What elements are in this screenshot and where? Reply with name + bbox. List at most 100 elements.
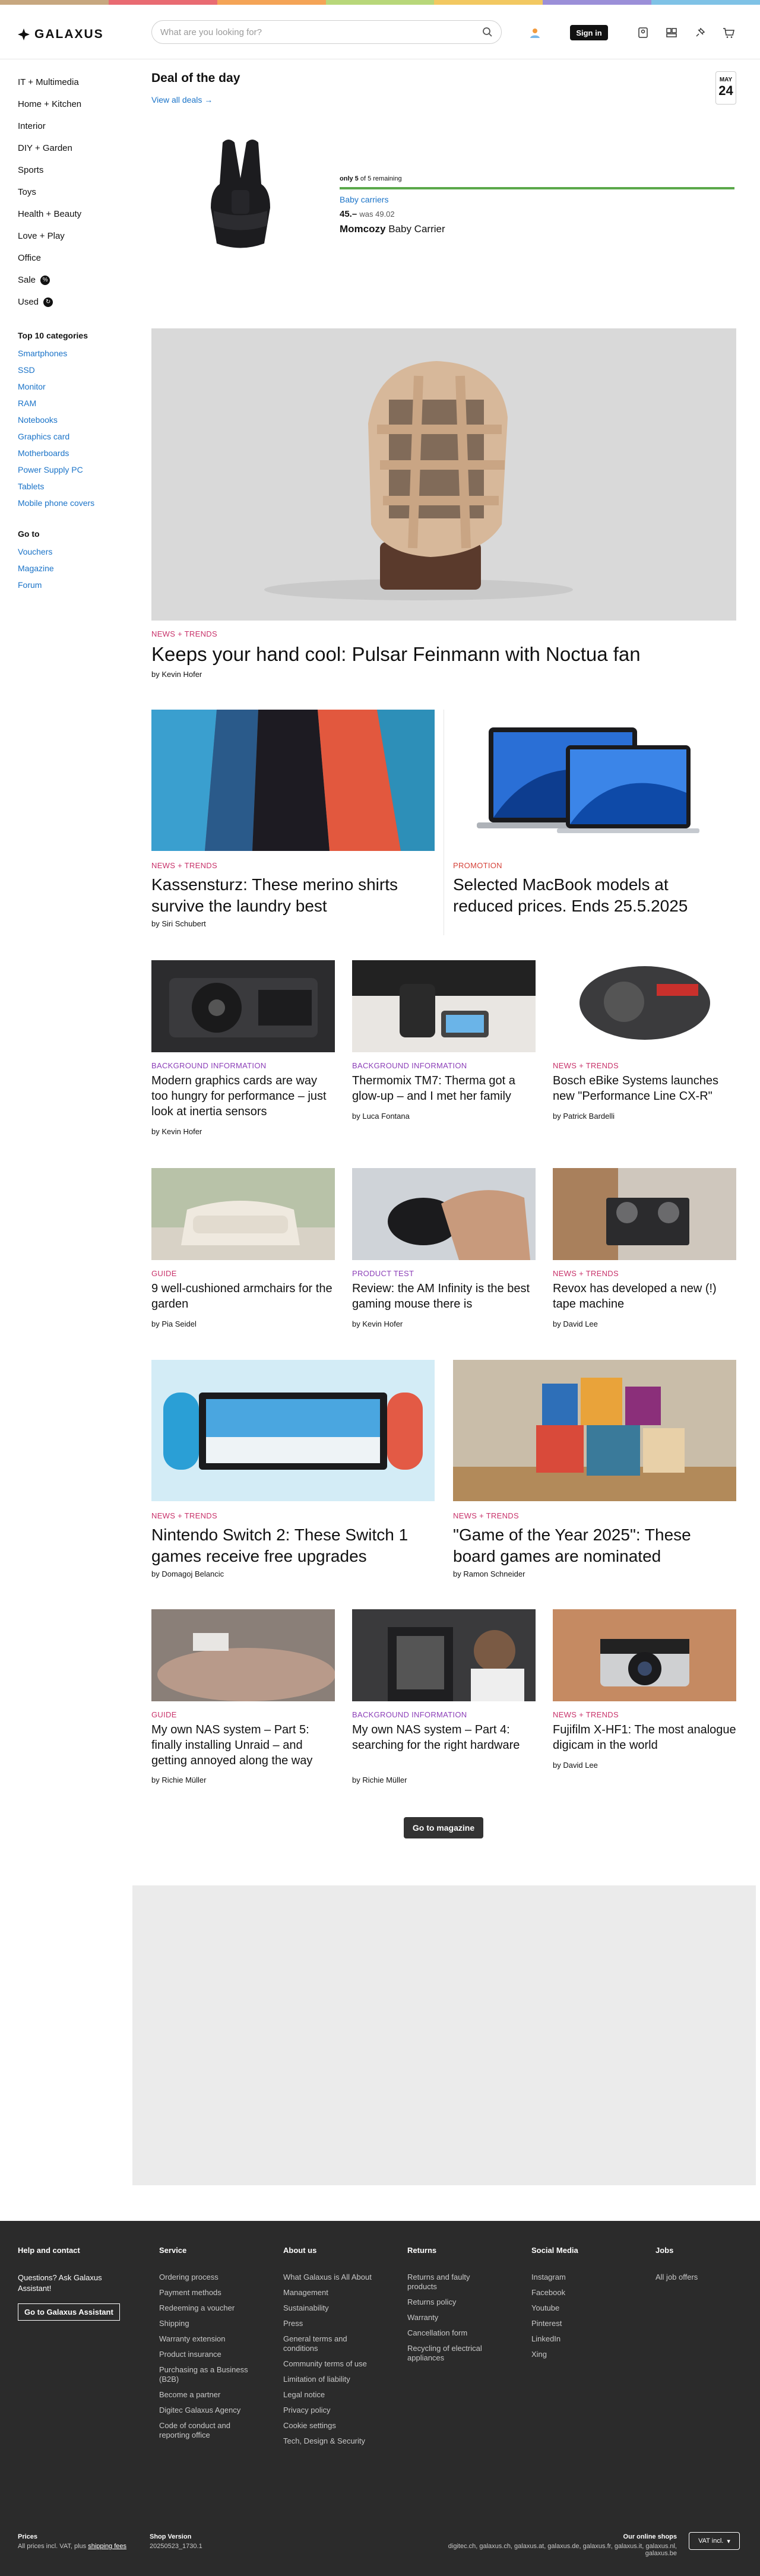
hero-article-image[interactable] xyxy=(151,328,736,621)
footer-returns-link[interactable]: Returns policy xyxy=(407,2297,496,2307)
goto-link[interactable]: Forum xyxy=(18,577,125,593)
sidebar-category-item[interactable]: Used ↻ xyxy=(18,291,125,313)
sidebar-category-item[interactable]: Interior xyxy=(18,115,125,137)
sidebar-category-item[interactable]: Toys xyxy=(18,181,125,203)
bosch-motor-image[interactable] xyxy=(553,960,736,1052)
deal-product-name[interactable]: Momcozy Baby Carrier xyxy=(340,223,445,235)
sidebar-category-item[interactable]: Office xyxy=(18,247,125,269)
goto-link[interactable]: Magazine xyxy=(18,560,125,577)
deal-category-link[interactable]: Baby carriers xyxy=(340,195,388,204)
galaxus-logo[interactable]: GALAXUS xyxy=(18,27,104,42)
article-title[interactable]: 9 well-cushioned armchairs for the garde… xyxy=(151,1281,335,1312)
top-category-link[interactable]: Mobile phone covers xyxy=(18,495,125,511)
footer-about-link[interactable]: Legal notice xyxy=(283,2390,372,2400)
article-title[interactable]: Thermomix TM7: Therma got a glow-up – an… xyxy=(352,1073,536,1104)
fujifilm-camera-image[interactable] xyxy=(553,1609,736,1701)
search-input[interactable] xyxy=(160,27,469,37)
sidebar-category-item[interactable]: Love + Play xyxy=(18,225,125,247)
sign-in-icon[interactable] xyxy=(636,26,650,39)
top-category-link[interactable]: SSD xyxy=(18,362,125,378)
footer-service-link[interactable]: Purchasing as a Business (B2B) xyxy=(159,2365,254,2384)
footer-about-link[interactable]: Cookie settings xyxy=(283,2421,372,2431)
footer-about-link[interactable]: Limitation of liability xyxy=(283,2375,372,2384)
macbook-promotion-image[interactable] xyxy=(453,710,736,851)
top-category-link[interactable]: Motherboards xyxy=(18,445,125,461)
hero-article-title[interactable]: Keeps your hand cool: Pulsar Feinmann wi… xyxy=(151,643,736,666)
top-category-link[interactable]: Monitor xyxy=(18,378,125,395)
footer-service-link[interactable]: Product insurance xyxy=(159,2350,254,2359)
top-category-link[interactable]: RAM xyxy=(18,395,125,412)
graphics-card-image[interactable] xyxy=(151,960,335,1052)
search-icon[interactable] xyxy=(482,27,493,37)
sign-in-button[interactable]: Sign in xyxy=(570,25,608,40)
footer-about-link[interactable]: Sustainability xyxy=(283,2303,372,2313)
article-title[interactable]: My own NAS system – Part 5: finally inst… xyxy=(151,1722,335,1768)
top-category-link[interactable]: Notebooks xyxy=(18,412,125,428)
gaming-mouse-image[interactable] xyxy=(352,1168,536,1260)
footer-service-link[interactable]: Redeeming a voucher xyxy=(159,2303,254,2313)
footer-service-link[interactable]: Payment methods xyxy=(159,2288,254,2297)
footer-returns-link[interactable]: Returns and faulty products xyxy=(407,2273,496,2292)
footer-service-link[interactable]: Become a partner xyxy=(159,2390,254,2400)
footer-about-link[interactable]: Press xyxy=(283,2319,372,2328)
goto-link[interactable]: Vouchers xyxy=(18,543,125,560)
nas-part5-image[interactable] xyxy=(151,1609,335,1701)
footer-shops-list[interactable]: digitec.ch, galaxus.ch, galaxus.at, gala… xyxy=(448,2543,677,2557)
top-category-link[interactable]: Power Supply PC xyxy=(18,461,125,478)
footer-service-link[interactable]: Ordering process xyxy=(159,2273,254,2282)
shipping-fees-link[interactable]: shipping fees xyxy=(88,2543,126,2550)
footer-social-link[interactable]: LinkedIn xyxy=(531,2334,620,2344)
footer-about-link[interactable]: General terms and conditions xyxy=(283,2334,372,2353)
article-title[interactable]: Fujifilm X-HF1: The most analogue digica… xyxy=(553,1722,736,1753)
galaxus-assistant-button[interactable]: Go to Galaxus Assistant xyxy=(18,2303,120,2321)
board-games-image[interactable] xyxy=(453,1360,736,1501)
go-to-magazine-button[interactable]: Go to magazine xyxy=(404,1817,483,1838)
footer-returns-link[interactable]: Recycling of electrical appliances xyxy=(407,2344,496,2363)
view-all-deals-link[interactable]: View all deals → xyxy=(151,95,213,105)
article-title[interactable]: Modern graphics cards are way too hungry… xyxy=(151,1073,335,1119)
armchairs-image[interactable] xyxy=(151,1168,335,1260)
article-title[interactable]: Kassensturz: These merino shirts survive… xyxy=(151,874,413,917)
footer-social-link[interactable]: Youtube xyxy=(531,2303,620,2313)
article-title[interactable]: Bosch eBike Systems launches new "Perfor… xyxy=(553,1073,736,1104)
sidebar-category-item[interactable]: Home + Kitchen xyxy=(18,93,125,115)
search-bar[interactable] xyxy=(151,20,502,44)
footer-service-link[interactable]: Code of conduct and reporting office xyxy=(159,2421,254,2440)
thermomix-image[interactable] xyxy=(352,960,536,1052)
footer-service-link[interactable]: Digitec Galaxus Agency xyxy=(159,2406,254,2415)
sidebar-category-item[interactable]: DIY + Garden xyxy=(18,137,125,159)
footer-about-link[interactable]: Privacy policy xyxy=(283,2406,372,2415)
vat-toggle[interactable]: VAT incl. ▾ xyxy=(689,2532,740,2550)
footer-about-link[interactable]: Community terms of use xyxy=(283,2359,372,2369)
favorites-icon[interactable] xyxy=(694,26,707,39)
article-title[interactable]: Nintendo Switch 2: These Switch 1 games … xyxy=(151,1524,425,1567)
article-title[interactable]: Revox has developed a new (!) tape machi… xyxy=(553,1281,736,1312)
baby-carrier-image[interactable] xyxy=(187,137,294,255)
tape-machine-image[interactable] xyxy=(553,1168,736,1260)
top-category-link[interactable]: Smartphones xyxy=(18,345,125,362)
top-category-link[interactable]: Graphics card xyxy=(18,428,125,445)
nintendo-switch-image[interactable] xyxy=(151,1360,435,1501)
footer-returns-link[interactable]: Cancellation form xyxy=(407,2328,496,2338)
footer-service-link[interactable]: Shipping xyxy=(159,2319,254,2328)
footer-about-link[interactable]: Tech, Design & Security xyxy=(283,2436,372,2446)
footer-service-link[interactable]: Warranty extension xyxy=(159,2334,254,2344)
user-icon[interactable] xyxy=(528,26,542,39)
sidebar-category-item[interactable]: Sports xyxy=(18,159,125,181)
footer-returns-link[interactable]: Warranty xyxy=(407,2313,496,2322)
comparison-icon[interactable] xyxy=(665,26,678,39)
footer-about-link[interactable]: Management xyxy=(283,2288,372,2297)
footer-jobs-link[interactable]: All job offers xyxy=(656,2273,739,2282)
sidebar-category-item[interactable]: Health + Beauty xyxy=(18,203,125,225)
sidebar-category-item[interactable]: Sale% xyxy=(18,269,125,291)
footer-social-link[interactable]: Facebook xyxy=(531,2288,620,2297)
cart-icon[interactable] xyxy=(722,26,735,39)
nas-part4-image[interactable] xyxy=(352,1609,536,1701)
footer-social-link[interactable]: Instagram xyxy=(531,2273,620,2282)
article-title[interactable]: "Game of the Year 2025": These board gam… xyxy=(453,1524,736,1567)
footer-social-link[interactable]: Xing xyxy=(531,2350,620,2359)
article-title[interactable]: My own NAS system – Part 4: searching fo… xyxy=(352,1722,536,1753)
sidebar-category-item[interactable]: IT + Multimedia xyxy=(18,71,125,93)
top-category-link[interactable]: Tablets xyxy=(18,478,125,495)
article-title[interactable]: Review: the AM Infinity is the best gami… xyxy=(352,1281,536,1312)
